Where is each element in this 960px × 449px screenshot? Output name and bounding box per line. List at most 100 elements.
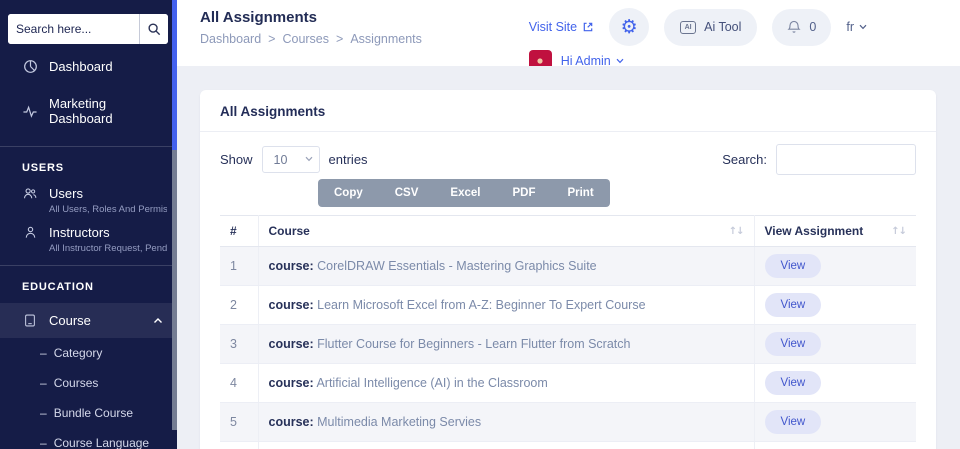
- sidebar-item-subtitle: All Instructor Request, Pending...: [22, 243, 167, 254]
- bell-icon: [787, 19, 801, 35]
- course-prefix: course:: [269, 415, 314, 429]
- topbar: All Assignments Dashboard > Courses > As…: [177, 0, 960, 66]
- page-length-value: 10: [274, 153, 288, 167]
- sidebar-item-course[interactable]: Course: [0, 303, 177, 338]
- sidebar-search: [8, 14, 168, 44]
- sidebar-item-label: Instructors: [49, 225, 110, 240]
- row-number: 5: [220, 403, 258, 442]
- row-number: 2: [220, 286, 258, 325]
- sort-icon[interactable]: ↑↓: [729, 226, 744, 237]
- gear-icon: ⚙: [621, 18, 638, 37]
- chevron-down-icon: [859, 24, 867, 30]
- course-prefix: course:: [269, 298, 314, 312]
- search-icon: [147, 22, 162, 37]
- person-icon: [22, 225, 38, 240]
- notifications-button[interactable]: 0: [772, 9, 831, 46]
- assignments-table: # Course ↑↓ View Assignment: [220, 215, 916, 449]
- table-row: 1 course: CorelDRAW Essentials - Masteri…: [220, 247, 916, 286]
- card-title: All Assignments: [220, 104, 916, 119]
- ai-tool-button[interactable]: AI Ai Tool: [664, 9, 757, 46]
- sidebar-item-label: Courses: [54, 376, 99, 390]
- sidebar-item-course-language[interactable]: – Course Language: [0, 428, 177, 449]
- course-title: Artificial Intelligence (AI) in the Clas…: [316, 376, 547, 390]
- column-header-view-assignment[interactable]: View Assignment ↑↓: [754, 216, 916, 247]
- visit-site-link[interactable]: Visit Site: [529, 20, 594, 34]
- breadcrumb-dashboard[interactable]: Dashboard: [200, 32, 261, 46]
- table-row: 2 course: Learn Microsoft Excel from A-Z…: [220, 286, 916, 325]
- table-search-label: Search:: [722, 152, 767, 167]
- view-button[interactable]: View: [765, 293, 822, 317]
- entries-label: entries: [329, 152, 368, 167]
- sidebar-search-input[interactable]: [8, 14, 139, 44]
- course-cell: course: Flutter Course for Beginners - L…: [258, 325, 754, 364]
- dash-icon: –: [40, 346, 47, 360]
- print-button[interactable]: Print: [551, 179, 609, 207]
- sidebar-section-education: EDUCATION: [0, 266, 177, 297]
- users-icon: [22, 186, 38, 201]
- sidebar-item-courses[interactable]: – Courses: [0, 368, 177, 398]
- sidebar-scrollbar-thumb[interactable]: [172, 0, 177, 150]
- breadcrumb-assignments: Assignments: [350, 32, 422, 46]
- assignments-card: All Assignments Show 10 entries: [200, 90, 936, 449]
- activity-icon: [22, 104, 38, 119]
- column-header-label: View Assignment: [765, 224, 864, 238]
- course-cell: course: Learn Microsoft Excel from A-Z: …: [258, 286, 754, 325]
- chevron-down-icon: [616, 58, 624, 64]
- language-selector[interactable]: fr: [846, 20, 867, 34]
- sidebar: Dashboard Marketing Dashboard USERS User…: [0, 0, 177, 449]
- course-cell: course: Artificial Intelligence (AI) in …: [258, 364, 754, 403]
- show-label: Show: [220, 152, 253, 167]
- sidebar-item-label: Course Language: [54, 436, 149, 449]
- row-number: 6: [220, 442, 258, 449]
- ai-chip-icon: AI: [680, 21, 696, 34]
- sidebar-item-dashboard[interactable]: Dashboard: [0, 48, 177, 85]
- sidebar-scrollbar: [172, 0, 177, 449]
- table-row: 5 course: Multimedia Marketing Servies V…: [220, 403, 916, 442]
- sidebar-item-label: Course: [49, 313, 91, 328]
- view-button[interactable]: View: [765, 371, 822, 395]
- column-header-num: #: [220, 216, 258, 247]
- sidebar-section-users: USERS: [0, 147, 177, 178]
- sidebar-item-instructors[interactable]: Instructors All Instructor Request, Pend…: [0, 217, 177, 256]
- sidebar-item-label: Marketing Dashboard: [49, 96, 167, 126]
- table-row: 3 course: Flutter Course for Beginners -…: [220, 325, 916, 364]
- course-cell: course: Advanced Fashion Illustration: [258, 442, 754, 449]
- table-search-input[interactable]: [776, 144, 916, 175]
- sidebar-item-label: Category: [54, 346, 103, 360]
- sidebar-item-bundle-course[interactable]: – Bundle Course: [0, 398, 177, 428]
- row-number: 1: [220, 247, 258, 286]
- card-header: All Assignments: [200, 90, 936, 132]
- breadcrumb-separator: >: [336, 32, 343, 46]
- sidebar-search-button[interactable]: [139, 14, 168, 44]
- language-label: fr: [846, 20, 854, 34]
- course-prefix: course:: [269, 376, 314, 390]
- export-toolbar: Copy CSV Excel PDF Print: [318, 179, 610, 207]
- pdf-button[interactable]: PDF: [496, 179, 551, 207]
- course-title: Flutter Course for Beginners - Learn Flu…: [317, 337, 630, 351]
- csv-button[interactable]: CSV: [379, 179, 435, 207]
- sidebar-item-category[interactable]: – Category: [0, 338, 177, 368]
- ai-tool-label: Ai Tool: [704, 20, 741, 34]
- sidebar-item-users[interactable]: Users All Users, Roles And Permission: [0, 178, 177, 217]
- course-title: Learn Microsoft Excel from A-Z: Beginner…: [317, 298, 645, 312]
- copy-button[interactable]: Copy: [318, 179, 379, 207]
- breadcrumb: Dashboard > Courses > Assignments: [200, 32, 422, 46]
- table-header-row: # Course ↑↓ View Assignment: [220, 216, 916, 247]
- sidebar-item-label: Users: [49, 186, 83, 201]
- book-icon: [22, 313, 38, 328]
- dash-icon: –: [40, 436, 47, 449]
- sort-icon[interactable]: ↑↓: [891, 226, 906, 237]
- view-button[interactable]: View: [765, 254, 822, 278]
- course-title: CorelDRAW Essentials - Mastering Graphic…: [317, 259, 597, 273]
- view-button[interactable]: View: [765, 410, 822, 434]
- excel-button[interactable]: Excel: [434, 179, 496, 207]
- page-length-select[interactable]: 10: [262, 146, 320, 173]
- column-header-course[interactable]: Course ↑↓: [258, 216, 754, 247]
- sidebar-item-label: Bundle Course: [54, 406, 133, 420]
- settings-button[interactable]: ⚙: [609, 8, 649, 46]
- sidebar-item-marketing-dashboard[interactable]: Marketing Dashboard: [0, 85, 177, 137]
- row-number: 4: [220, 364, 258, 403]
- view-button[interactable]: View: [765, 332, 822, 356]
- table-controls: Show 10 entries Search:: [220, 144, 916, 175]
- breadcrumb-courses[interactable]: Courses: [282, 32, 329, 46]
